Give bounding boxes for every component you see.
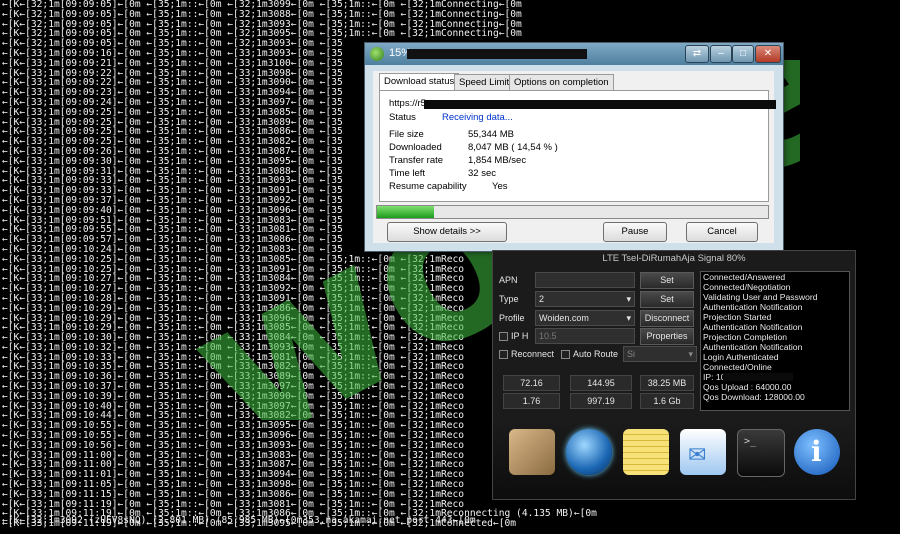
disconnect-button[interactable]: Disconnect xyxy=(640,310,694,327)
envelope-glyph: ✉ xyxy=(688,442,707,467)
info-value: 8,047 MB ( 14,54 % ) xyxy=(468,142,558,153)
prompt-glyph: >_ xyxy=(744,436,757,447)
iph-label: IP H xyxy=(511,331,529,341)
minimize-icon[interactable]: – xyxy=(710,45,732,63)
properties-button[interactable]: Properties xyxy=(640,328,694,345)
cancel-button[interactable]: Cancel xyxy=(686,222,758,242)
chevron-down-icon: ▾ xyxy=(626,294,631,304)
status-value: Receiving data... xyxy=(442,112,513,123)
iph-checkbox[interactable] xyxy=(499,332,508,341)
info-label: Time left xyxy=(389,168,426,179)
info-value: 32 sec xyxy=(468,168,496,179)
type-value: 2 xyxy=(539,294,545,304)
download-window[interactable]: 15% ⇄ – □ ✕ Download status Speed Limite… xyxy=(364,42,784,252)
log-line: Qos Download: 128000.00 xyxy=(703,392,805,402)
log-line: Authentication Notification xyxy=(703,302,803,312)
app-dock: ✉ >_ i xyxy=(493,421,855,499)
stat-value: 1.6 Gb xyxy=(640,393,694,409)
modem-dialer-panel[interactable]: LTE Tsel-DiRumahAja Signal 80% APN Set T… xyxy=(492,250,856,500)
folder-icon[interactable] xyxy=(509,429,555,475)
maximize-icon[interactable]: □ xyxy=(732,45,754,63)
log-line: Connected/Online xyxy=(703,362,772,372)
log-line: Connected/Negotiation xyxy=(703,282,791,292)
show-details-button[interactable]: Show details >> xyxy=(387,222,507,242)
mail-icon[interactable]: ✉ xyxy=(680,429,726,475)
restore-arrows-icon[interactable]: ⇄ xyxy=(685,45,709,63)
profile-select[interactable]: Woiden.com ▾ xyxy=(535,310,635,326)
download-app-icon xyxy=(370,47,384,61)
chevron-down-icon: ▾ xyxy=(688,349,693,359)
terminal-status-line: ←[K←[32;1m3092 (zUEV8sNQ) (2.801 MB) (85… xyxy=(2,515,476,526)
info-label: Transfer rate xyxy=(389,155,444,166)
log-line: Validating User and Password xyxy=(703,292,818,302)
download-status-panel: https://r5- Status Receiving data... Fil… xyxy=(379,90,776,202)
type-select[interactable]: 2 ▾ xyxy=(535,291,635,307)
status-label: Status xyxy=(389,112,416,123)
info-label: Resume capability xyxy=(389,181,467,192)
route-select[interactable]: Si ▾ xyxy=(623,346,697,362)
info-value: 55,344 MB xyxy=(468,129,514,140)
stat-value: 1.76 xyxy=(503,393,560,409)
reconnect-checkbox[interactable] xyxy=(499,350,508,359)
info-label: File size xyxy=(389,129,424,140)
log-line: Authentication Notification xyxy=(703,342,803,352)
terminal-icon[interactable]: >_ xyxy=(737,429,785,477)
profile-label: Profile xyxy=(499,313,525,323)
connection-log: Connected/Answered Connected/Negotiation… xyxy=(700,271,850,411)
notepad-icon[interactable] xyxy=(623,429,669,475)
auto-route-checkbox[interactable] xyxy=(561,350,570,359)
route-value: Si xyxy=(627,349,636,359)
log-line: Authentication Notification xyxy=(703,322,803,332)
download-progress-bar xyxy=(376,205,769,219)
log-line: Projection Completion xyxy=(703,332,788,342)
redacted-url xyxy=(424,100,776,109)
modem-title: LTE Tsel-DiRumahAja Signal 80% xyxy=(602,253,746,264)
download-url: https://r5- xyxy=(389,98,776,109)
globe-icon[interactable] xyxy=(566,429,612,475)
info-value: Yes xyxy=(492,181,508,192)
log-line: Qos Upload : 64000.00 xyxy=(703,382,792,392)
type-label: Type xyxy=(499,294,519,304)
tab-options-on-completion[interactable]: Options on completion xyxy=(509,74,614,90)
download-progress-fill xyxy=(377,206,434,218)
stat-value: 997.19 xyxy=(570,393,632,409)
profile-value: Woiden.com xyxy=(539,313,589,323)
reconnect-label: Reconnect xyxy=(511,349,555,359)
type-set-button[interactable]: Set xyxy=(640,291,694,308)
download-window-titlebar[interactable]: 15% ⇄ – □ ✕ xyxy=(365,43,783,65)
redacted-title xyxy=(407,49,587,59)
apn-input[interactable] xyxy=(535,272,635,288)
close-icon[interactable]: ✕ xyxy=(755,45,781,63)
chevron-down-icon: ▾ xyxy=(626,313,631,323)
apn-set-button[interactable]: Set xyxy=(640,272,694,289)
info-value: 1,854 MB/sec xyxy=(468,155,527,166)
pause-button[interactable]: Pause xyxy=(603,222,667,242)
auto-route-label: Auto Route xyxy=(573,349,619,359)
log-line: Connected/Answered xyxy=(703,272,786,282)
iph-input[interactable]: 10.5 xyxy=(535,328,635,344)
apn-label: APN xyxy=(499,275,518,285)
tab-download-status[interactable]: Download status xyxy=(379,73,460,91)
log-line: Projection Started xyxy=(703,312,772,322)
info-icon[interactable]: i xyxy=(794,429,840,475)
stat-value: 38.25 MB xyxy=(640,375,694,391)
log-line: Login Authenticated xyxy=(703,352,779,362)
info-label: Downloaded xyxy=(389,142,442,153)
download-window-client: Download status Speed Limiter Options on… xyxy=(373,71,776,243)
stat-value: 72.16 xyxy=(503,375,560,391)
stat-value: 144.95 xyxy=(570,375,632,391)
redacted-ip xyxy=(723,373,793,381)
info-glyph: i xyxy=(811,435,822,468)
